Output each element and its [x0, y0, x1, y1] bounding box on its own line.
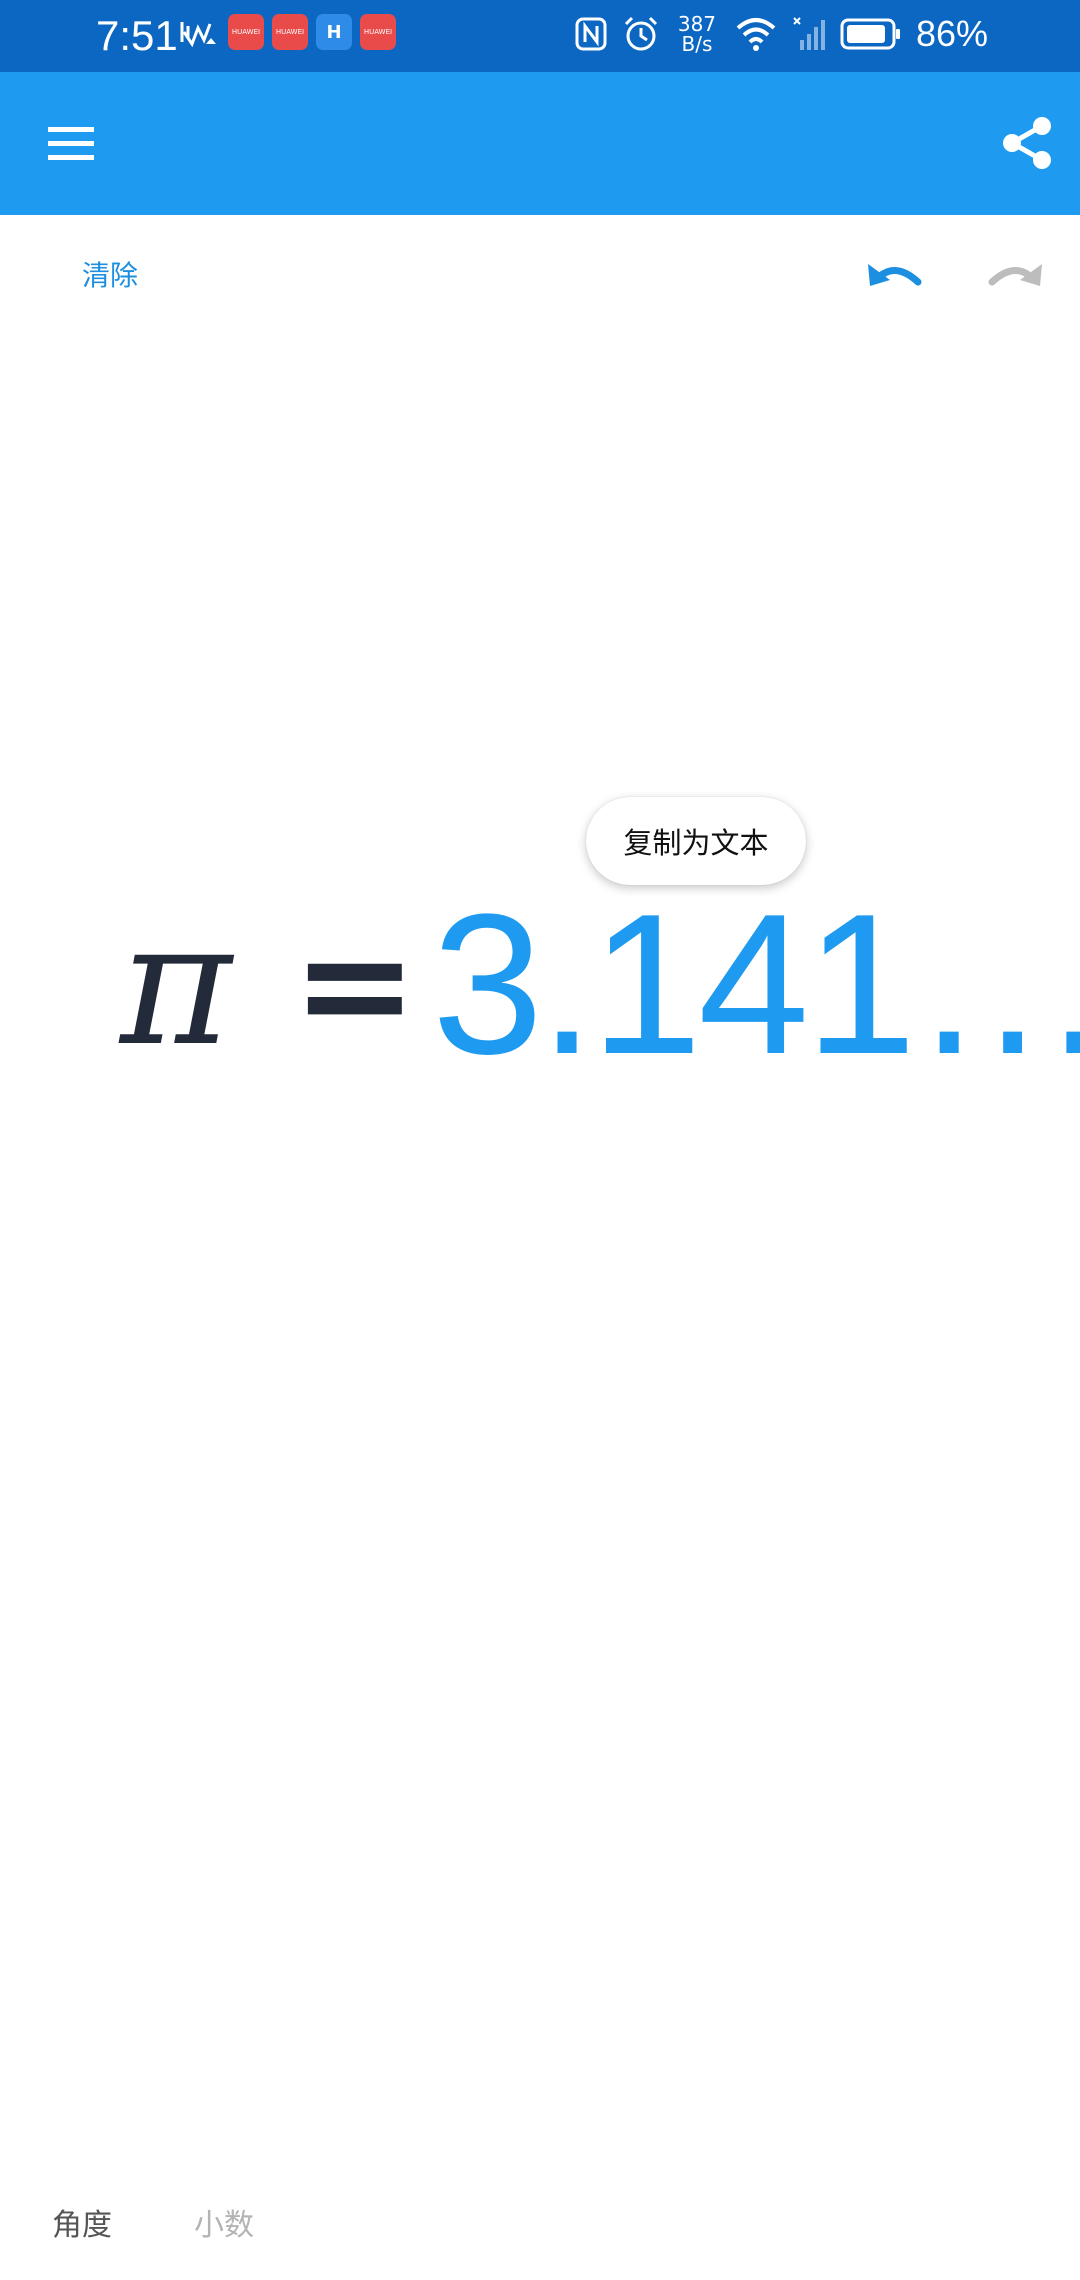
redo-button[interactable]: [982, 250, 1048, 300]
share-icon: [1003, 117, 1051, 169]
h-app-icon: H: [316, 14, 352, 50]
stock-chart-icon: [180, 22, 216, 48]
wifi-icon: [736, 18, 776, 51]
status-time: 7:51: [96, 12, 178, 59]
battery-icon: [840, 18, 900, 50]
battery-percent: 86%: [915, 13, 988, 54]
angle-mode-tab[interactable]: 角度: [52, 2200, 112, 2244]
redo-icon: [988, 264, 1042, 286]
share-button[interactable]: [996, 112, 1058, 174]
huawei-app-icon: HUAWEI: [360, 14, 396, 50]
huawei-app-icon: HUAWEI: [228, 14, 264, 50]
pi-symbol: π: [120, 886, 232, 1084]
undo-button[interactable]: [862, 250, 928, 300]
expression-display[interactable]: π = 3.141…: [120, 879, 1080, 1091]
undo-icon: [868, 264, 922, 286]
network-speed: 387 B/s: [677, 12, 717, 56]
clear-button[interactable]: 清除: [82, 254, 138, 294]
status-right-icons: 387 B/s 86%: [574, 12, 988, 56]
notification-icons: HUAWEI HUAWEI H HUAWEI: [180, 14, 396, 50]
menu-button[interactable]: [40, 117, 104, 169]
equals-sign: =: [292, 898, 418, 1072]
menu-icon: [48, 127, 94, 160]
huawei-app-icon: HUAWEI: [272, 14, 308, 50]
alarm-icon: [624, 16, 657, 51]
result-value[interactable]: 3.141…: [432, 879, 1080, 1091]
copy-as-text-button[interactable]: 复制为文本: [586, 797, 806, 885]
nfc-icon: [575, 17, 607, 51]
decimal-mode-tab[interactable]: 小数: [194, 2200, 254, 2244]
status-bar: 7:51 HUAWEI HUAWEI H HUAWEI 387 B/s 86%: [0, 0, 1080, 72]
signal-icon: [793, 17, 825, 50]
app-bar: [0, 72, 1080, 215]
